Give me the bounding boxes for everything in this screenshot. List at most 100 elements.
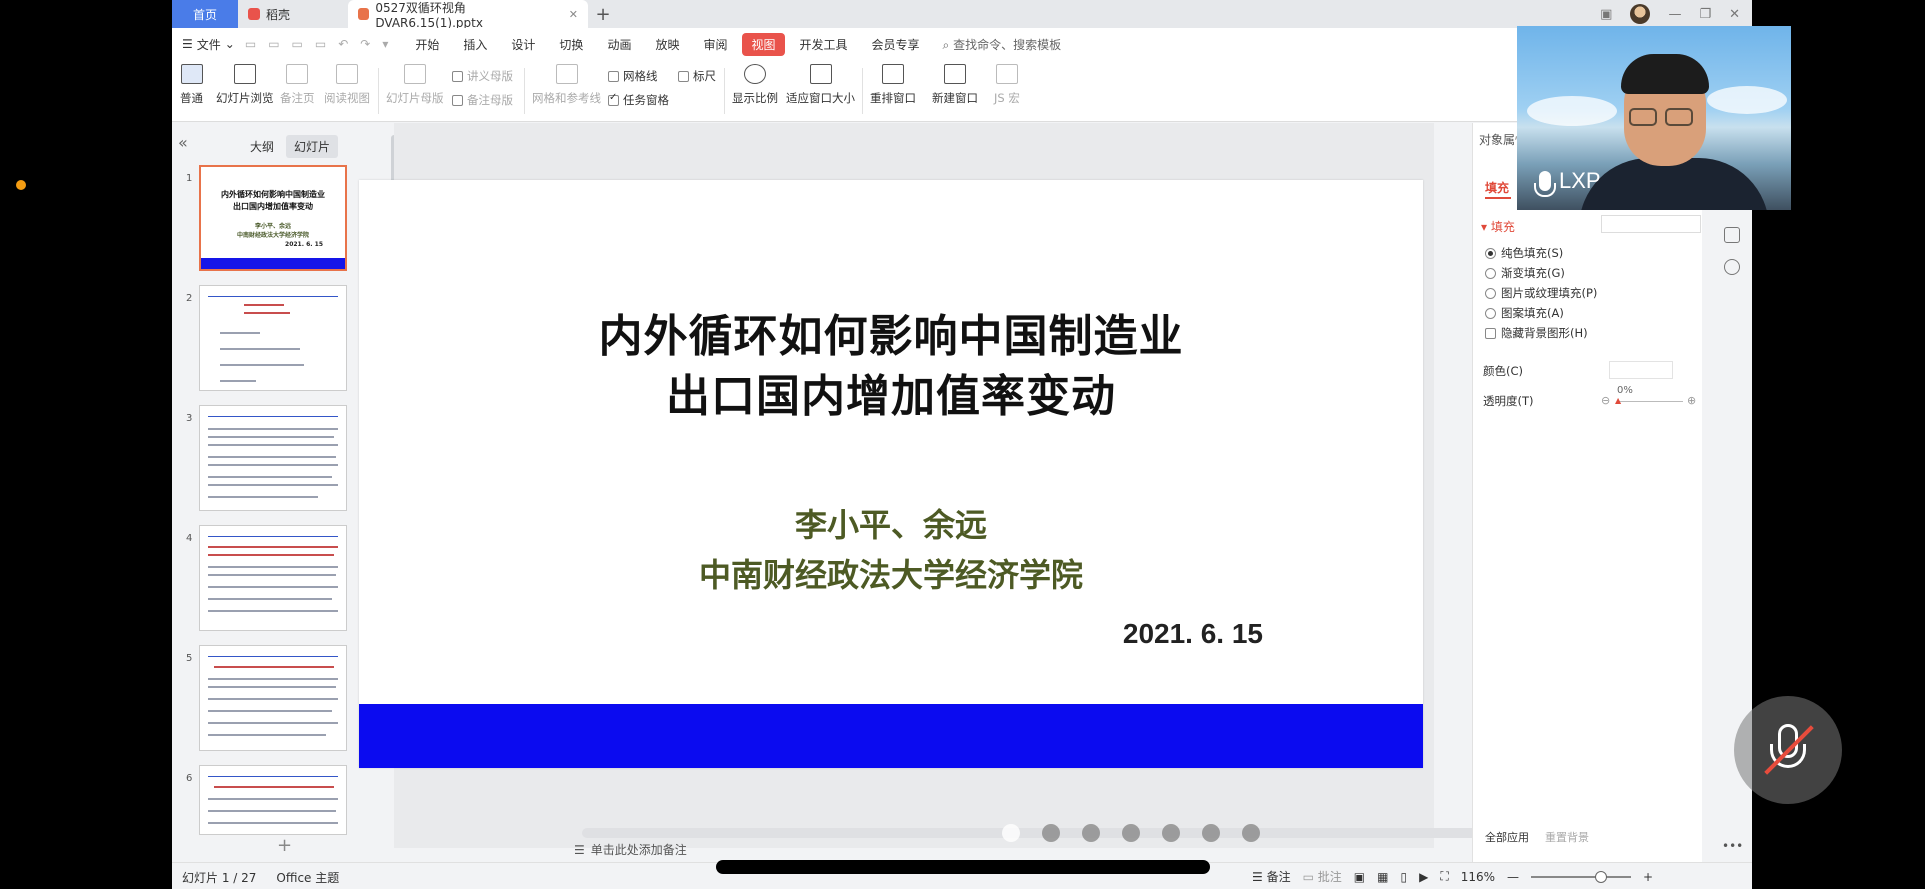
tab-home[interactable]: 首页 [172, 0, 238, 28]
close-tab-icon[interactable]: ✕ [569, 8, 578, 21]
fit-icon[interactable]: ⛶ [1440, 869, 1448, 884]
pattern-fill-option[interactable]: 图案填充(A) [1485, 305, 1564, 321]
normal-view-button[interactable]: 普通 [180, 64, 203, 106]
slide-thumbnail-4[interactable] [199, 525, 347, 631]
apply-all-button[interactable]: 全部应用 [1485, 829, 1529, 845]
slide-thumbnail-1[interactable]: 内外循环如何影响中国制造业 出口国内增加值率变动 李小平、余远 中南财经政法大学… [199, 165, 347, 271]
task-pane-checkbox[interactable]: 任务窗格 [608, 92, 669, 108]
page-dot[interactable] [1242, 824, 1260, 842]
mute-button[interactable] [1734, 696, 1842, 804]
slideshow-icon[interactable]: ▶ [1419, 870, 1428, 884]
redo-icon[interactable]: ↷ [360, 37, 370, 51]
collapse-panel-icon[interactable]: « [178, 133, 188, 152]
participant-video[interactable]: LXP [1517, 26, 1791, 210]
layout-icon[interactable]: ▣ [1600, 7, 1612, 22]
tab-fill[interactable]: 填充 [1485, 179, 1512, 199]
help-icon[interactable] [1724, 259, 1740, 275]
menu-developer[interactable]: 开发工具 [791, 33, 857, 56]
gradient-fill-option[interactable]: 渐变填充(G) [1485, 265, 1565, 281]
slide-thumbnail-6[interactable] [199, 765, 347, 835]
slide-blue-bar[interactable] [359, 704, 1423, 768]
notes-area[interactable]: ☰ 单击此处添加备注 [574, 841, 687, 858]
shape-icon[interactable] [1724, 227, 1740, 243]
reading-view-button[interactable]: 阅读视图 [324, 64, 370, 106]
page-dot[interactable] [1002, 824, 1020, 842]
color-dropdown[interactable] [1609, 361, 1673, 379]
zoom-percent[interactable]: 116% [1461, 870, 1495, 884]
preview-icon[interactable]: ▭ [315, 37, 326, 51]
reset-background-button[interactable]: 重置背景 [1545, 829, 1589, 845]
menu-animation[interactable]: 动画 [598, 33, 640, 56]
zoom-button[interactable]: 显示比例 [732, 64, 778, 106]
slide-thumbnail-2[interactable] [199, 285, 347, 391]
notes-master-button[interactable]: 备注母版 [452, 92, 513, 108]
page-dot[interactable] [1082, 824, 1100, 842]
menu-slideshow[interactable]: 放映 [646, 33, 688, 56]
zoom-slider-knob[interactable] [1595, 870, 1608, 883]
fit-window-button[interactable]: 适应窗口大小 [786, 64, 855, 106]
restore-icon[interactable]: ❐ [1699, 7, 1711, 22]
minimize-icon[interactable]: — [1668, 7, 1681, 22]
tab-outline[interactable]: 大纲 [242, 135, 282, 158]
slide-master-button[interactable]: 幻灯片母版 [386, 64, 444, 106]
picture-fill-option[interactable]: 图片或纹理填充(P) [1485, 285, 1597, 301]
print-icon[interactable]: ▭ [292, 37, 303, 51]
new-tab-button[interactable]: + [588, 0, 618, 28]
slide-browse-button[interactable]: 幻灯片浏览 [216, 64, 274, 106]
page-dot[interactable] [1122, 824, 1140, 842]
slide-count[interactable]: 幻灯片 1 / 27 [182, 869, 256, 886]
minus-icon[interactable]: ⊖ [1601, 394, 1610, 407]
menu-view[interactable]: 视图 [742, 32, 785, 56]
add-slide-button[interactable]: + [277, 835, 292, 856]
handout-master-button[interactable]: 讲义母版 [452, 68, 513, 84]
ruler-checkbox[interactable]: 标尺 [678, 68, 716, 84]
transparency-slider[interactable]: ⊖ 0% ▲ ⊕ [1601, 385, 1701, 411]
slide-thumbnail-5[interactable] [199, 645, 347, 751]
slide-title-line-1[interactable]: 内外循环如何影响中国制造业 [359, 300, 1423, 364]
fill-section-header[interactable]: ▾ 填充 [1481, 218, 1515, 235]
menu-design[interactable]: 设计 [502, 33, 544, 56]
hide-background-checkbox[interactable]: 隐藏背景图形(H) [1485, 325, 1588, 341]
js-macro-button[interactable]: JS 宏 [994, 64, 1020, 106]
command-search[interactable]: ⌕ 查找命令、搜索模板 [943, 36, 1062, 53]
page-dot[interactable] [1202, 824, 1220, 842]
home-indicator[interactable] [716, 860, 1210, 874]
reading-view-icon[interactable]: ▯ [1400, 870, 1407, 884]
menu-review[interactable]: 审阅 [694, 33, 736, 56]
slider-track[interactable] [1617, 401, 1683, 402]
tab-slides[interactable]: 幻灯片 [286, 135, 339, 158]
theme-name[interactable]: Office 主题 [276, 869, 339, 886]
normal-view-icon[interactable]: ▣ [1354, 870, 1365, 884]
menu-transition[interactable]: 切换 [550, 33, 592, 56]
grid-guides-button[interactable]: 网格和参考线 [532, 64, 601, 106]
new-window-button[interactable]: 新建窗口 [932, 64, 978, 106]
comments-toggle[interactable]: ▭ 批注 [1303, 868, 1342, 885]
page-dot[interactable] [1042, 824, 1060, 842]
gridlines-checkbox[interactable]: 网格线 [608, 68, 658, 84]
more-icon[interactable]: ••• [1722, 839, 1743, 853]
slide-date[interactable]: 2021. 6. 15 [1123, 618, 1263, 650]
tab-docer[interactable]: 稻壳 [238, 0, 348, 28]
sorter-view-icon[interactable]: ▦ [1377, 870, 1388, 884]
file-menu[interactable]: ☰ 文件 ⌄ [172, 36, 245, 53]
menu-home[interactable]: 开始 [406, 33, 448, 56]
rearrange-window-button[interactable]: 重排窗口 [870, 64, 916, 106]
export-icon[interactable]: ▭ [268, 37, 279, 51]
menu-member[interactable]: 会员专享 [863, 33, 929, 56]
zoom-in-icon[interactable]: + [1643, 870, 1653, 884]
current-slide[interactable]: 内外循环如何影响中国制造业 出口国内增加值率变动 李小平、余远 中南财经政法大学… [359, 180, 1423, 768]
fill-dropdown[interactable] [1601, 215, 1701, 233]
save-icon[interactable]: ▭ [245, 37, 256, 51]
notes-toggle[interactable]: ☰ 备注 [1252, 868, 1291, 885]
tab-document[interactable]: 0527双循环视角DVAR6.15(1).pptx ✕ [348, 0, 588, 30]
slider-knob-icon[interactable]: ▲ [1615, 396, 1621, 405]
notes-page-button[interactable]: 备注页 [280, 64, 315, 106]
slide-authors[interactable]: 李小平、余远 [359, 500, 1423, 546]
slide-title-line-2[interactable]: 出口国内增加值率变动 [359, 360, 1423, 424]
close-icon[interactable]: ✕ [1729, 7, 1740, 22]
zoom-slider[interactable] [1531, 870, 1632, 883]
undo-icon[interactable]: ↶ [338, 37, 348, 51]
zoom-out-icon[interactable]: — [1507, 870, 1519, 884]
menu-insert[interactable]: 插入 [454, 33, 496, 56]
customize-icon[interactable]: ▾ [382, 37, 388, 51]
